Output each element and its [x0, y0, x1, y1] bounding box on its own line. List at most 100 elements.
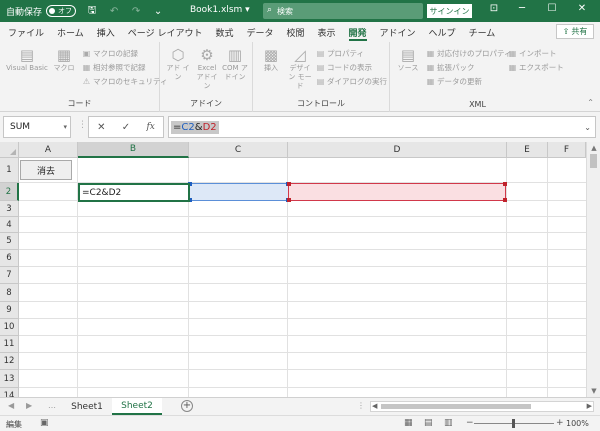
tab-review[interactable]: 校閲 — [286, 22, 304, 42]
xml-source-button[interactable]: ▤ ソース — [396, 46, 420, 73]
chevron-down-icon[interactable]: ▾ — [63, 123, 67, 131]
row-header-9[interactable]: 9 — [0, 302, 19, 319]
tab-file[interactable]: ファイル — [8, 22, 44, 42]
row-header-13[interactable]: 13 — [0, 370, 19, 388]
active-cell-b2[interactable]: =C2&D2 — [78, 183, 190, 202]
signin-button[interactable]: サインイン — [427, 4, 472, 18]
design-mode-button[interactable]: ◿ デザイン モード — [287, 46, 313, 91]
row-header-12[interactable]: 12 — [0, 353, 19, 370]
scroll-down-icon[interactable]: ▼ — [587, 387, 600, 395]
row-header-3[interactable]: 3 — [0, 201, 19, 217]
sheet-next-icon[interactable]: ▶ — [26, 401, 32, 410]
tab-home[interactable]: ホーム — [57, 22, 84, 42]
sheet-prev-icon[interactable]: ◀ — [8, 401, 14, 410]
tab-addins[interactable]: アドイン — [380, 22, 416, 42]
tab-help[interactable]: ヘルプ — [429, 22, 456, 42]
column-header-e[interactable]: E — [507, 142, 548, 158]
vertical-scrollbar[interactable]: ▲ ▼ — [586, 142, 600, 397]
expand-formula-icon[interactable]: ⌄ — [584, 123, 591, 132]
reference-range-d2[interactable] — [287, 182, 507, 202]
range-handle[interactable] — [503, 182, 507, 186]
vertical-scroll-thumb[interactable] — [590, 154, 597, 168]
tab-developer[interactable]: 開発 — [348, 22, 367, 42]
tab-page-layout[interactable]: ページ レイアウト — [128, 22, 203, 42]
row-header-1[interactable]: 1 — [0, 158, 19, 183]
page-break-view-icon[interactable]: ▥ — [444, 418, 453, 428]
relative-ref-button[interactable]: ▦ 相対参照で記録 — [82, 62, 146, 73]
share-button[interactable]: ⇪ 共有 — [556, 24, 594, 39]
cancel-icon[interactable]: ✕ — [97, 122, 105, 133]
sheet-tab-sheet2[interactable]: Sheet2 — [112, 398, 162, 415]
zoom-out-icon[interactable]: − — [466, 418, 474, 428]
row-header-10[interactable]: 10 — [0, 319, 19, 336]
customize-qat-icon[interactable]: ⌄ — [152, 6, 164, 17]
close-icon[interactable]: ✕ — [574, 3, 590, 14]
scroll-right-icon[interactable]: ▶ — [587, 402, 592, 410]
tab-view[interactable]: 表示 — [318, 22, 336, 42]
scroll-left-icon[interactable]: ◀ — [372, 402, 377, 410]
row-header-2[interactable]: 2 — [0, 183, 19, 201]
name-box[interactable]: SUM ▾ — [3, 116, 71, 138]
tab-data[interactable]: データ — [246, 22, 273, 42]
reference-range-c2[interactable] — [188, 182, 290, 202]
row-header-5[interactable]: 5 — [0, 233, 19, 250]
sheet-more-icon[interactable]: … — [48, 401, 56, 410]
horizontal-scrollbar[interactable]: ◀ ▶ — [370, 401, 594, 412]
zoom-slider-knob[interactable] — [512, 419, 515, 428]
enter-icon[interactable]: ✓ — [122, 122, 130, 133]
resize-handle-icon[interactable]: ⋮ — [78, 120, 87, 130]
visual-basic-button[interactable]: ▤ Visual Basic — [4, 46, 50, 73]
macro-button[interactable]: ▦ マクロ — [52, 46, 76, 73]
formula-input[interactable]: =C2&D2 ⌄ — [168, 116, 596, 138]
import-button[interactable]: ▦ インポート — [508, 48, 557, 59]
worksheet-grid[interactable]: A B C D E F 1 2 3 4 5 6 7 8 9 10 11 12 1… — [0, 142, 600, 397]
macro-security-button[interactable]: ⚠ マクロのセキュリティ — [82, 76, 168, 87]
insert-control-button[interactable]: ▩ 挿入 — [259, 46, 283, 73]
view-code-button[interactable]: ▤ コードの表示 — [316, 62, 372, 73]
column-header-d[interactable]: D — [288, 142, 507, 158]
scroll-up-icon[interactable]: ▲ — [587, 144, 600, 152]
export-button[interactable]: ▦ エクスポート — [508, 62, 564, 73]
zoom-level[interactable]: 100% — [566, 419, 589, 428]
column-header-f[interactable]: F — [548, 142, 586, 158]
row-header-11[interactable]: 11 — [0, 336, 19, 353]
tab-team[interactable]: チーム — [469, 22, 496, 42]
tab-formulas[interactable]: 数式 — [215, 22, 233, 42]
row-header-6[interactable]: 6 — [0, 250, 19, 267]
macro-record-status-icon[interactable]: ▣ — [40, 418, 49, 428]
row-header-14[interactable]: 14 — [0, 388, 19, 397]
tab-split-handle-icon[interactable]: ⋮ — [357, 401, 365, 410]
map-properties-button[interactable]: ▦ 対応付けのプロパティ — [426, 48, 512, 59]
search-box[interactable]: ⌕ 検索 — [263, 3, 423, 19]
column-header-a[interactable]: A — [19, 142, 78, 158]
record-macro-button[interactable]: ▣ マクロの記録 — [82, 48, 138, 59]
ribbon-display-icon[interactable]: ⊡ — [486, 3, 502, 14]
excel-addin-button[interactable]: ⚙ Excel アドイン — [194, 46, 220, 91]
clear-button[interactable]: 消去 — [20, 160, 72, 180]
autosave-toggle[interactable]: オフ — [46, 5, 77, 17]
page-layout-view-icon[interactable]: ▤ — [424, 418, 433, 428]
document-title[interactable]: Book1.xlsm ▾ — [190, 5, 250, 15]
zoom-slider[interactable] — [474, 419, 554, 428]
redo-icon[interactable]: ↷ — [130, 6, 142, 17]
row-header-4[interactable]: 4 — [0, 217, 19, 233]
column-header-c[interactable]: C — [189, 142, 288, 158]
addin-button[interactable]: ⬡ アド イン — [166, 46, 190, 82]
horizontal-scroll-thumb[interactable] — [381, 404, 531, 409]
range-handle[interactable] — [287, 182, 291, 186]
sheet-tab-sheet1[interactable]: Sheet1 — [64, 398, 110, 415]
row-header-8[interactable]: 8 — [0, 284, 19, 302]
range-handle[interactable] — [503, 198, 507, 202]
properties-button[interactable]: ▤ プロパティ — [316, 48, 364, 59]
expansion-pack-button[interactable]: ▦ 拡張パック — [426, 62, 475, 73]
zoom-in-icon[interactable]: + — [556, 418, 564, 428]
add-sheet-icon[interactable]: + — [181, 400, 193, 412]
range-handle[interactable] — [287, 198, 291, 202]
undo-icon[interactable]: ↶ — [108, 6, 120, 17]
collapse-ribbon-icon[interactable]: ⌃ — [587, 98, 594, 107]
minimize-icon[interactable]: ─ — [514, 3, 530, 14]
row-header-7[interactable]: 7 — [0, 267, 19, 284]
select-all-button[interactable] — [0, 142, 19, 158]
normal-view-icon[interactable]: ▦ — [404, 418, 413, 428]
restore-icon[interactable]: ☐ — [544, 3, 560, 14]
